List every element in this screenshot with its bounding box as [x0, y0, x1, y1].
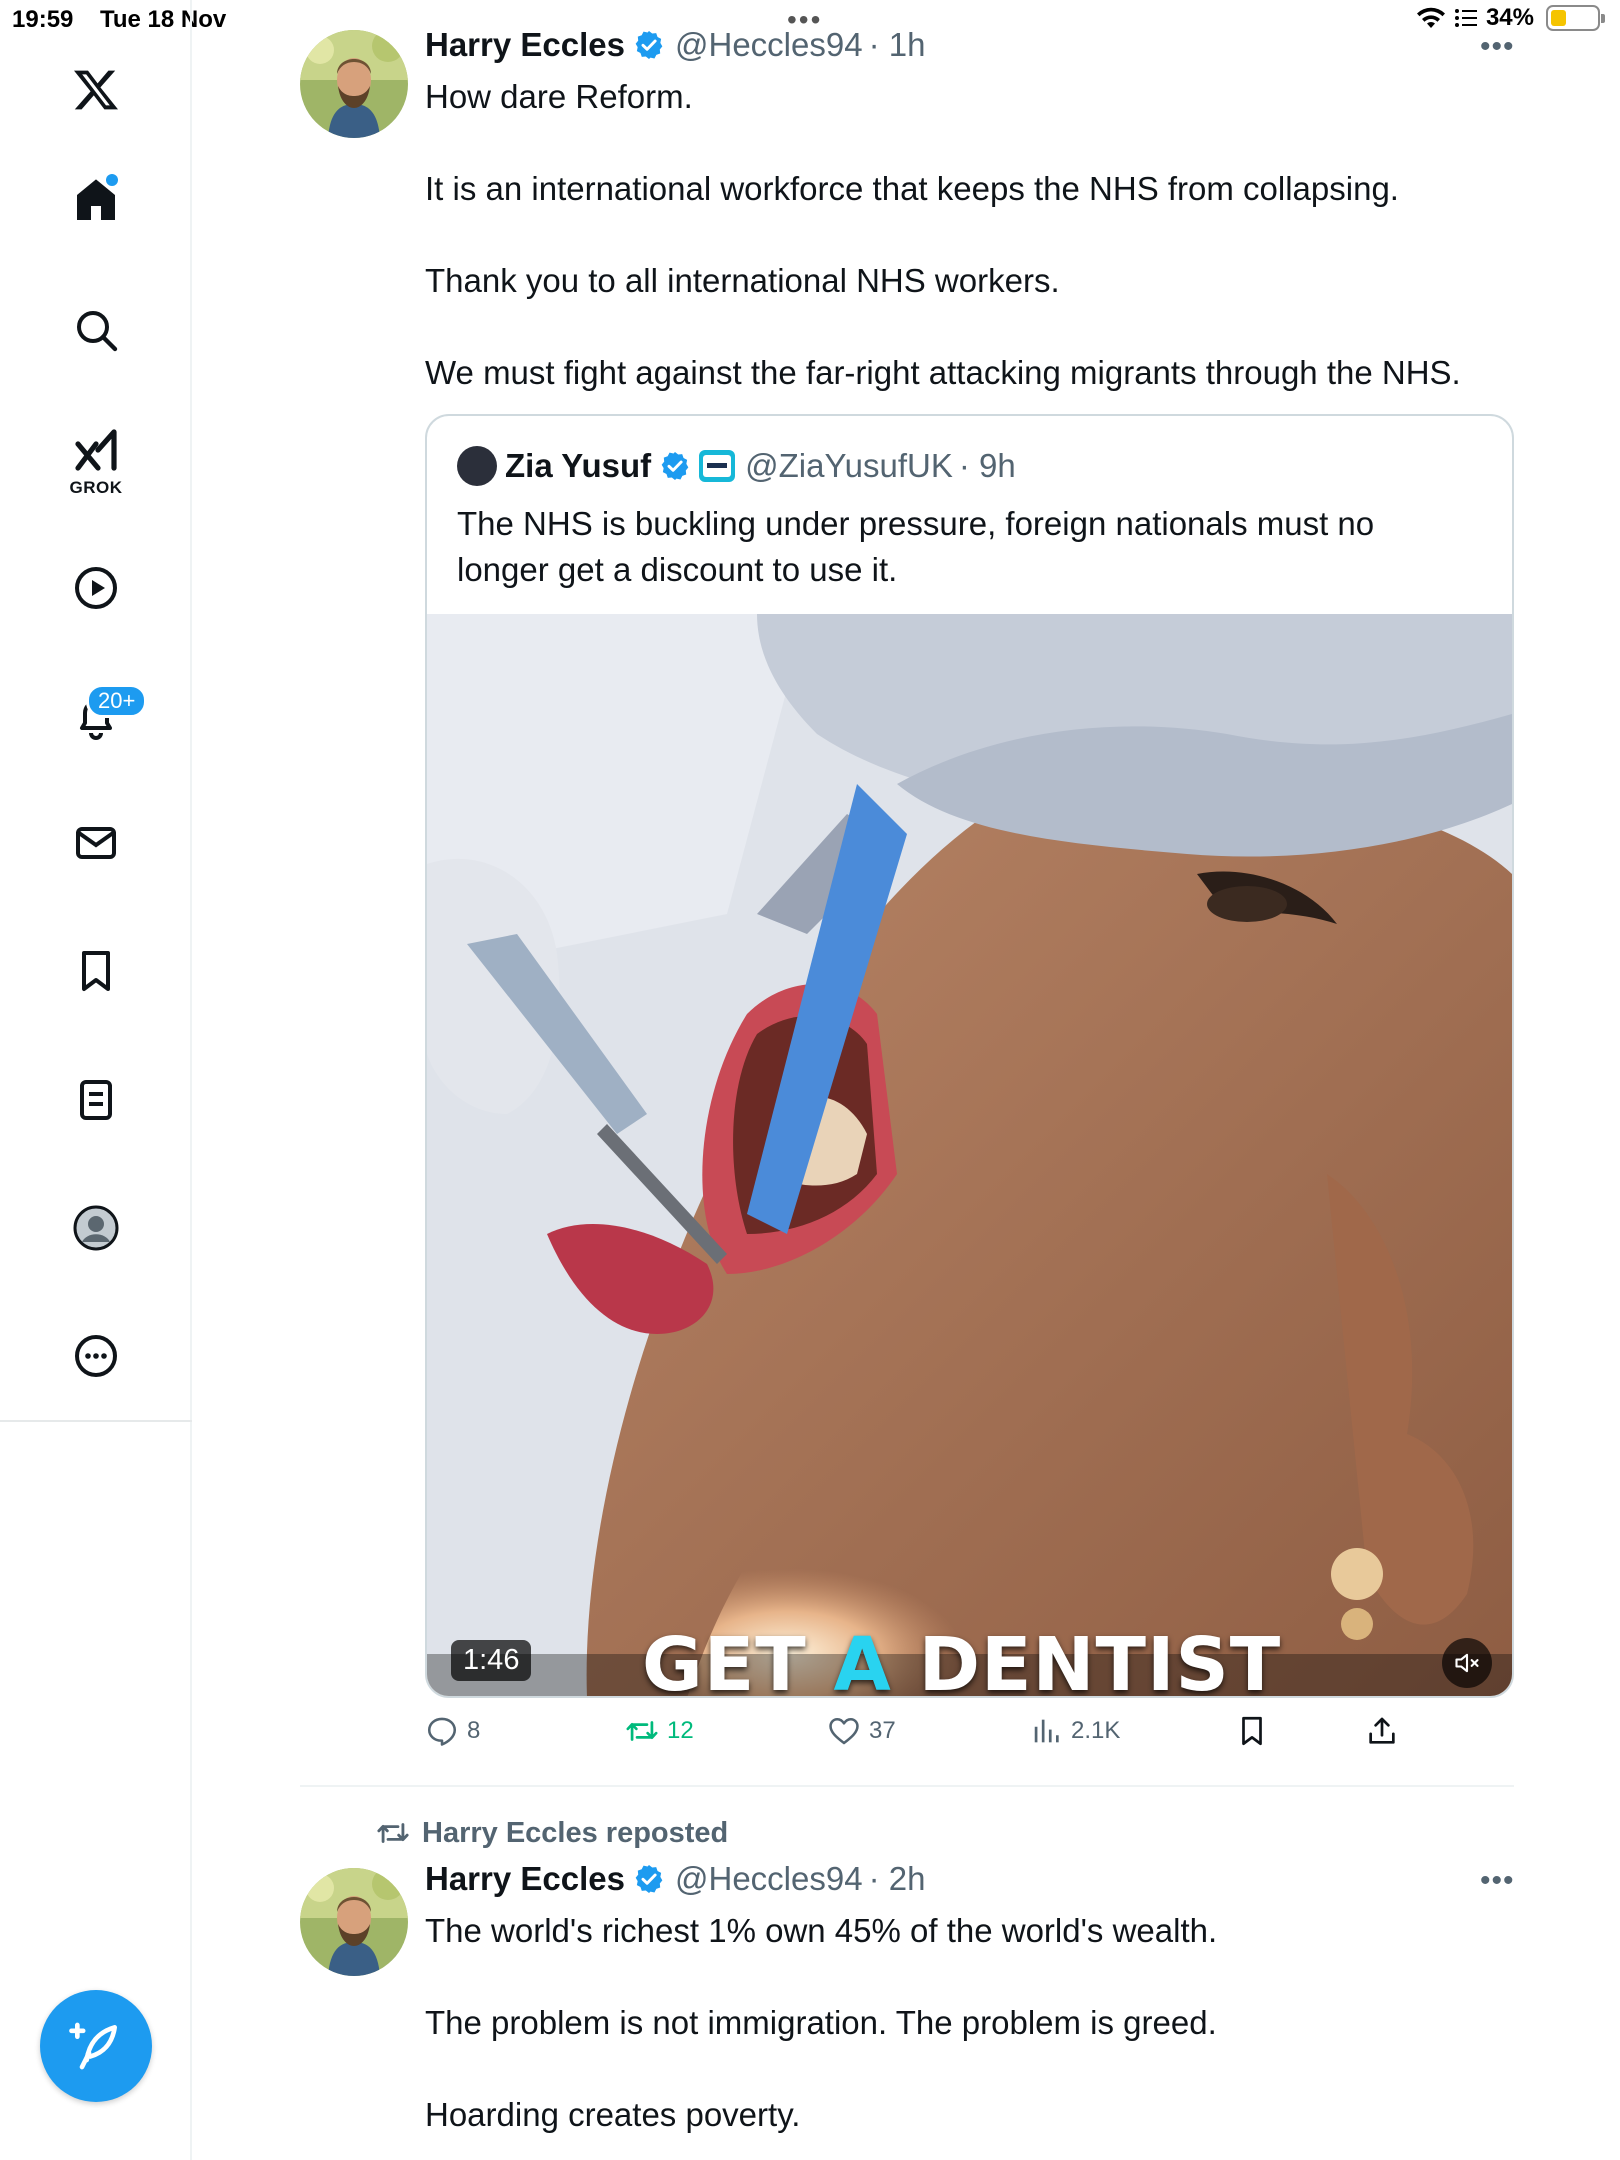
share-button[interactable] — [1365, 1714, 1407, 1748]
tweet-actions: 8 12 37 2.1K — [425, 1714, 1435, 1764]
quoted-text-line-1: The NHS is buckling under pressure, fore… — [457, 505, 1375, 542]
notification-badge: 20+ — [86, 684, 148, 718]
video-duration: 1:46 — [451, 1640, 532, 1681]
author-name[interactable]: Harry Eccles — [425, 1860, 625, 1898]
like-count: 37 — [869, 1717, 896, 1744]
grok-label: GROK — [69, 478, 123, 497]
avatar[interactable] — [300, 30, 408, 138]
focus-list-icon — [1454, 9, 1477, 27]
speaker-muted-icon — [1455, 1653, 1479, 1673]
tweet-more-icon[interactable]: ••• — [1480, 30, 1515, 64]
quoted-author-row: Zia Yusuf @ZiaYusufUK · 9h — [457, 446, 1016, 486]
video-frame-image — [427, 614, 1512, 1696]
battery-percent: 34% — [1485, 4, 1534, 31]
more-icon[interactable] — [68, 1328, 124, 1384]
repost-count: 12 — [667, 1717, 694, 1744]
battery-icon — [1546, 5, 1605, 31]
quoted-time[interactable]: · 9h — [959, 447, 1016, 485]
repost-icon — [377, 1823, 409, 1843]
tweet-separator — [300, 1785, 1514, 1787]
verified-badge-icon — [635, 31, 663, 59]
avatar[interactable] — [300, 1868, 408, 1976]
reply-count: 8 — [467, 1717, 481, 1744]
quoted-handle[interactable]: @ZiaYusufUK — [745, 447, 953, 485]
author-handle[interactable]: @Heccles94 — [675, 1860, 863, 1898]
mute-button[interactable] — [1442, 1638, 1492, 1688]
repost-button[interactable]: 12 — [625, 1714, 694, 1748]
video-caption: GET A DENTIST — [642, 1622, 1282, 1698]
tweet-line-2: It is an international workforce that ke… — [425, 170, 1399, 207]
messages-icon[interactable] — [68, 815, 124, 871]
tweet-author-row: Harry Eccles @Heccles94 · 2h — [425, 1860, 925, 1898]
status-right: 34% — [1416, 4, 1605, 32]
x-logo-icon[interactable] — [68, 62, 124, 118]
reply-icon — [427, 1717, 457, 1746]
quoted-text-line-2: longer get a discount to use it. — [457, 551, 898, 588]
tweet-line-3: Thank you to all international NHS worke… — [425, 262, 1060, 299]
like-button[interactable]: 37 — [827, 1714, 896, 1748]
affiliation-badge-icon[interactable] — [699, 450, 736, 482]
search-icon[interactable] — [68, 302, 124, 358]
tweet-line-1: The world's richest 1% own 45% of the wo… — [425, 1912, 1218, 1949]
tweet-more-icon[interactable]: ••• — [1480, 1864, 1515, 1898]
bookmarks-icon[interactable] — [68, 943, 124, 999]
verified-badge-icon — [635, 1865, 663, 1893]
bookmark-button[interactable] — [1235, 1714, 1277, 1748]
compose-feather-icon — [69, 2022, 117, 2070]
caption-part-2: DENTIST — [891, 1622, 1282, 1698]
video-icon[interactable] — [68, 560, 124, 616]
reply-button[interactable]: 8 — [425, 1714, 480, 1748]
author-name[interactable]: Harry Eccles — [425, 26, 625, 64]
bookmark-icon — [1242, 1716, 1262, 1746]
caption-part-1: GET — [642, 1622, 834, 1698]
views-chart-icon — [1034, 1719, 1059, 1743]
tweet-time[interactable]: · 2h — [869, 1860, 926, 1898]
caption-highlight: A — [833, 1622, 892, 1698]
quoted-author-name[interactable]: Zia Yusuf — [505, 447, 651, 485]
tweet-line-4: We must fight against the far-right atta… — [425, 354, 1461, 391]
share-icon — [1369, 1717, 1395, 1744]
battery-fill — [1551, 10, 1566, 26]
profile-icon[interactable] — [68, 1200, 124, 1256]
view-count: 2.1K — [1071, 1717, 1121, 1744]
repost-label: Harry Eccles reposted — [422, 1816, 729, 1849]
repost-indicator[interactable]: Harry Eccles reposted — [376, 1816, 728, 1850]
repost-icon — [626, 1721, 658, 1741]
verified-badge-icon — [661, 452, 689, 480]
views-button[interactable]: 2.1K — [1029, 1714, 1120, 1748]
tweet-line-2: The problem is not immigration. The prob… — [425, 2004, 1217, 2041]
tweet-author-row: Harry Eccles @Heccles94 · 1h — [425, 26, 925, 64]
tweet-time[interactable]: · 1h — [869, 26, 926, 64]
quoted-text: The NHS is buckling under pressure, fore… — [457, 501, 1487, 593]
lists-icon[interactable] — [68, 1072, 124, 1128]
quoted-avatar — [457, 446, 497, 486]
home-unread-dot — [106, 174, 118, 186]
wifi-icon — [1416, 7, 1445, 28]
compose-button[interactable] — [40, 1990, 152, 2102]
sidebar-divider — [0, 1420, 192, 1422]
grok-icon[interactable] — [68, 422, 124, 478]
tweet-line-3: Hoarding creates poverty. — [425, 2096, 801, 2133]
heart-icon — [829, 1717, 859, 1745]
sidebar: GROK 20+ — [0, 0, 192, 2160]
author-handle[interactable]: @Heccles94 — [675, 26, 863, 64]
tweet-line-1: How dare Reform. — [425, 78, 693, 115]
quoted-tweet[interactable]: Zia Yusuf @ZiaYusufUK · 9h The NHS is bu… — [425, 414, 1514, 1698]
video-player[interactable]: 1:46 GET A DENTIST — [427, 614, 1512, 1698]
